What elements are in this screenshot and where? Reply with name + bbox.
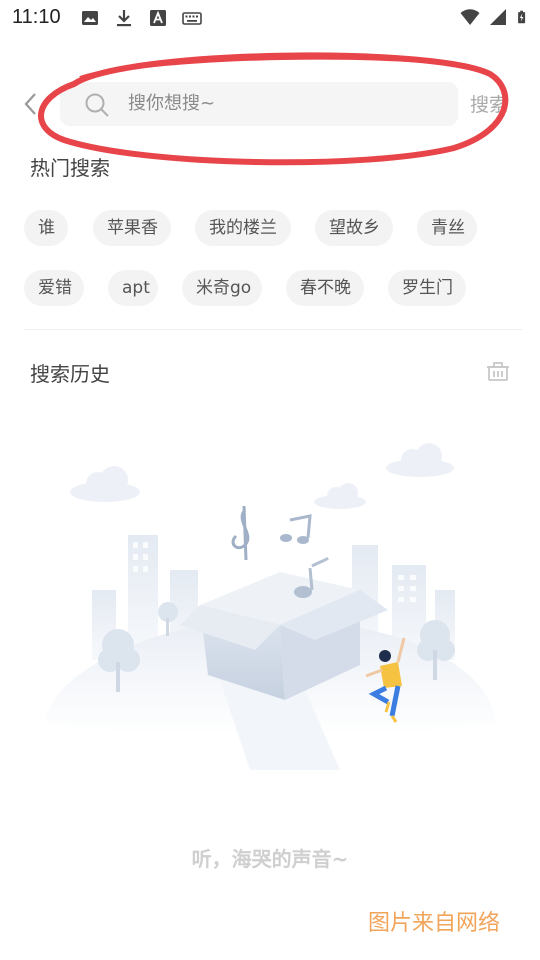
hot-search-tag[interactable]: 青丝 (417, 210, 477, 246)
clear-history-icon[interactable] (485, 358, 511, 384)
search-input[interactable] (128, 82, 428, 126)
watermark-text: 图片来自网络 (368, 911, 501, 936)
hot-search-tag[interactable]: 苹果香 (93, 210, 171, 246)
empty-state-illustration (45, 443, 495, 770)
hot-search-tag[interactable]: 望故乡 (315, 210, 393, 246)
hot-search-tag[interactable]: 米奇go (182, 270, 262, 306)
font-a-icon (150, 10, 166, 26)
hot-search-tag[interactable]: 我的楼兰 (195, 210, 291, 246)
back-button[interactable] (16, 88, 44, 120)
search-bar-row: 搜索 (0, 80, 540, 128)
wifi-icon (460, 9, 480, 25)
hot-search-tag[interactable]: 罗生门 (388, 270, 466, 306)
status-icons-left (80, 8, 202, 28)
download-icon (117, 10, 131, 27)
keyboard-icon (182, 12, 202, 25)
search-button[interactable]: 搜索 (470, 90, 508, 117)
signal-icon (490, 9, 506, 25)
battery-charging-icon (518, 10, 526, 24)
hot-search-tag[interactable]: 谁 (24, 210, 68, 246)
search-icon (85, 93, 109, 117)
hot-search-tag[interactable]: 爱错 (24, 270, 84, 306)
hot-search-tag[interactable]: 春不晚 (286, 270, 364, 306)
image-icon (82, 11, 98, 25)
chevron-left-icon (24, 93, 36, 115)
status-time: 11:10 (12, 6, 61, 28)
status-bar: 11:10 (0, 0, 540, 36)
section-divider (24, 329, 522, 330)
search-history-title: 搜索历史 (30, 362, 110, 386)
search-box[interactable] (60, 82, 458, 126)
status-icons-right (460, 7, 530, 27)
empty-history-text: 听，海哭的声音~ (191, 847, 349, 871)
hot-search-title: 热门搜索 (30, 156, 110, 180)
hot-search-tag[interactable]: apt (108, 270, 158, 306)
